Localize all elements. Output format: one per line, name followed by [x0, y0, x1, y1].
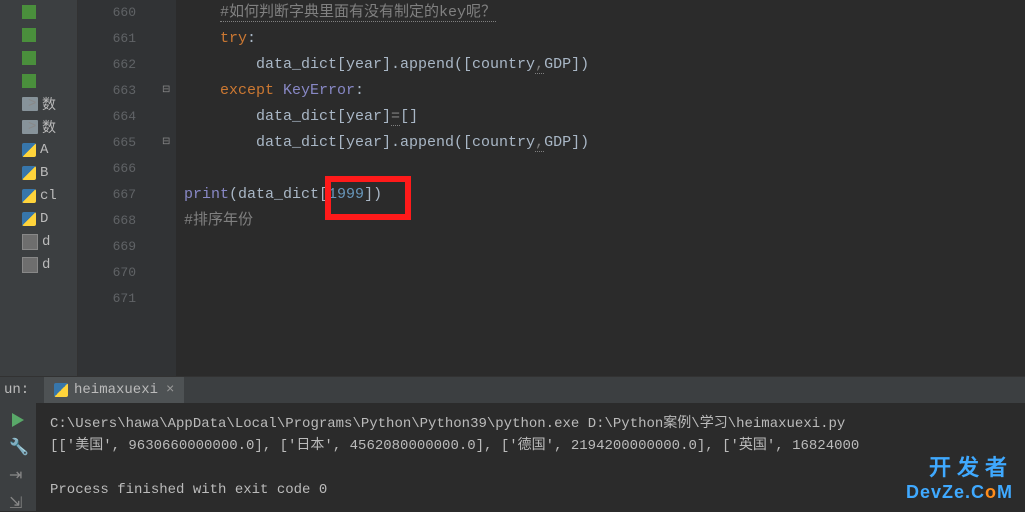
rerun-icon[interactable] [12, 413, 24, 427]
project-item-label: 数 [42, 94, 56, 114]
project-item[interactable]: d [0, 230, 77, 253]
project-item[interactable] [0, 0, 77, 23]
project-item[interactable]: >数 [0, 92, 77, 115]
fold-column: ⊟ ⊟ [160, 0, 176, 376]
chevron-right-icon[interactable]: > [28, 96, 40, 112]
code-line[interactable] [184, 286, 1025, 312]
run-tabs: un: heimaxuexi × [0, 377, 1025, 403]
line-number: 671 [78, 286, 136, 312]
run-tab-label: heimaxuexi [74, 382, 158, 398]
line-number: 662 [78, 52, 136, 78]
line-gutter: 660661662663664665666667668669670671 [78, 0, 160, 376]
line-number: 665 [78, 130, 136, 156]
project-item-label: D [40, 211, 48, 227]
close-icon[interactable]: × [166, 382, 174, 398]
console-output[interactable]: C:\Users\hawa\AppData\Local\Programs\Pyt… [36, 403, 1025, 511]
project-item-label: d [42, 234, 50, 250]
code-line[interactable]: data_dict[year].append([country,GDP]) [184, 130, 1025, 156]
project-item-label: B [40, 165, 48, 181]
ide-root: >数>数ABclDdd 6606616626636646656666676686… [0, 0, 1025, 511]
line-number: 663 [78, 78, 136, 104]
project-item[interactable]: cl [0, 184, 77, 207]
line-number: 664 [78, 104, 136, 130]
code-editor[interactable]: 660661662663664665666667668669670671 ⊟ ⊟… [78, 0, 1025, 376]
code-line[interactable]: try: [184, 26, 1025, 52]
code-line[interactable]: #排序年份 [184, 208, 1025, 234]
chevron-right-icon[interactable]: > [28, 119, 40, 135]
code-line[interactable]: except KeyError: [184, 78, 1025, 104]
line-number: 661 [78, 26, 136, 52]
code-line[interactable] [184, 156, 1025, 182]
python-icon [54, 383, 68, 397]
more-icon[interactable]: ⇲ [9, 493, 27, 511]
code-line[interactable] [184, 260, 1025, 286]
code-line[interactable]: data_dict[year]=[] [184, 104, 1025, 130]
line-number: 670 [78, 260, 136, 286]
project-item[interactable] [0, 69, 77, 92]
line-number: 668 [78, 208, 136, 234]
code-line[interactable]: #如何判断字典里面有没有制定的key呢？ [184, 0, 1025, 26]
project-item[interactable] [0, 46, 77, 69]
line-number: 666 [78, 156, 136, 182]
run-toolbar: 🔧 ⇥ ⇲ [0, 403, 36, 511]
project-panel[interactable]: >数>数ABclDdd [0, 0, 78, 376]
code-line[interactable] [184, 234, 1025, 260]
project-item[interactable]: D [0, 207, 77, 230]
top-area: >数>数ABclDdd 6606616626636646656666676686… [0, 0, 1025, 376]
line-number: 669 [78, 234, 136, 260]
project-item-label: A [40, 142, 48, 158]
run-tool-window: un: heimaxuexi × 🔧 ⇥ ⇲ C:\Users\hawa\App… [0, 376, 1025, 511]
project-item[interactable]: B [0, 161, 77, 184]
code-line[interactable]: print(data_dict[1999]) [184, 182, 1025, 208]
scroll-down-icon[interactable]: ⇥ [9, 465, 27, 483]
project-item-label: d [42, 257, 50, 273]
project-item[interactable]: >数 [0, 115, 77, 138]
fold-marker[interactable]: ⊟ [162, 136, 172, 146]
line-number: 667 [78, 182, 136, 208]
project-item[interactable]: d [0, 253, 77, 276]
run-label: un: [4, 382, 29, 398]
project-item[interactable]: A [0, 138, 77, 161]
settings-icon[interactable]: 🔧 [9, 437, 27, 455]
code-area[interactable]: #如何判断字典里面有没有制定的key呢？ try: data_dict[year… [176, 0, 1025, 376]
run-tab[interactable]: heimaxuexi × [44, 377, 184, 403]
fold-marker[interactable]: ⊟ [162, 84, 172, 94]
project-item[interactable] [0, 23, 77, 46]
project-item-label: cl [40, 188, 57, 204]
project-item-label: 数 [42, 117, 56, 137]
run-body: 🔧 ⇥ ⇲ C:\Users\hawa\AppData\Local\Progra… [0, 403, 1025, 511]
code-line[interactable]: data_dict[year].append([country,GDP]) [184, 52, 1025, 78]
line-number: 660 [78, 0, 136, 26]
